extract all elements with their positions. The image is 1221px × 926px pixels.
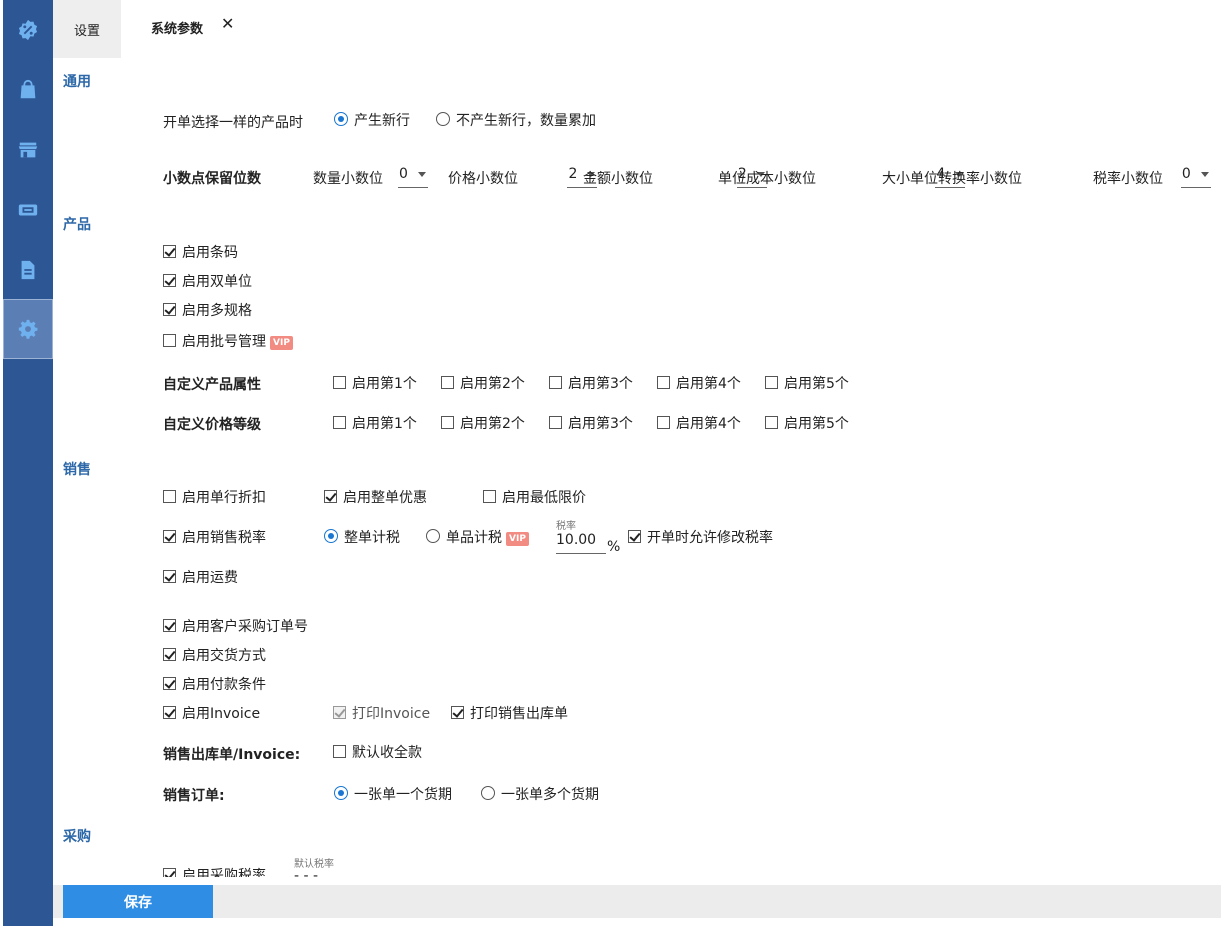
checkbox-attr-1[interactable]: 启用第1个 — [333, 373, 417, 393]
radio-item-tax[interactable]: 单品计税 VIP — [426, 527, 529, 547]
nav-store[interactable] — [3, 120, 53, 180]
checkbox-attr-3[interactable]: 启用第3个 — [549, 373, 633, 393]
checkbox-attr-4[interactable]: 启用第4个 — [657, 373, 741, 393]
footer-bar: 保存 — [53, 885, 1221, 918]
checkbox-print-invoice[interactable]: 打印Invoice — [333, 703, 430, 723]
checkbox-dual-unit[interactable]: 启用双单位 — [163, 271, 252, 291]
custom-price-label: 自定义价格等级 — [163, 417, 261, 433]
tab-system-params[interactable]: 系统参数 — [151, 18, 203, 37]
radio-one-delivery[interactable]: 一张单一个货期 — [334, 784, 452, 804]
checkbox-allow-modify-tax[interactable]: 开单时允许修改税率 — [628, 527, 773, 547]
section-purchase-title: 采购 — [63, 829, 91, 845]
shopping-bag-icon — [20, 79, 36, 99]
checkbox-attr-2[interactable]: 启用第2个 — [441, 373, 525, 393]
checkbox-customer-po[interactable]: 启用客户采购订单号 — [163, 616, 308, 636]
decimal-conversion-select[interactable]: 0 — [1180, 166, 1211, 188]
vip-badge: VIP — [506, 532, 529, 546]
radio-accumulate[interactable]: 不产生新行，数量累加 — [436, 110, 596, 130]
decimal-tax-label: 税率小数位 — [1093, 171, 1163, 187]
gear-icon — [18, 319, 38, 339]
close-icon[interactable]: ✕ — [221, 14, 234, 33]
checkbox-purchase-tax[interactable]: 启用采购税率 — [163, 865, 266, 877]
same-product-label: 开单选择一样的产品时 — [163, 115, 303, 131]
checkbox-sales-tax[interactable]: 启用销售税率 — [163, 527, 266, 547]
checkbox-batch[interactable]: 启用批号管理 VIP — [163, 331, 293, 351]
checkbox-shipping[interactable]: 启用运费 — [163, 567, 238, 587]
checkbox-delivery[interactable]: 启用交货方式 — [163, 645, 266, 665]
section-general-title: 通用 — [63, 74, 91, 90]
checkbox-order-discount[interactable]: 启用整单优惠 — [324, 487, 427, 507]
decimal-price-label: 价格小数位 — [448, 171, 518, 187]
section-sales-title: 销售 — [63, 462, 91, 478]
section-product-title: 产品 — [63, 217, 91, 233]
chevron-down-icon — [418, 172, 426, 177]
radio-dot — [334, 112, 348, 126]
decimal-amount-label: 金额小数位 — [583, 171, 653, 187]
decimal-label: 小数点保留位数 — [163, 171, 261, 187]
nav-document[interactable] — [3, 240, 53, 300]
default-tax-input[interactable]: - - - — [294, 868, 318, 877]
badge-percent-icon — [18, 19, 38, 41]
nav-badge-settings[interactable] — [3, 0, 53, 60]
checkbox-default-full-payment[interactable]: 默认收全款 — [333, 742, 422, 762]
nav-ticket[interactable] — [3, 180, 53, 240]
custom-attr-label: 自定义产品属性 — [163, 377, 261, 393]
checkbox-invoice[interactable]: 启用Invoice — [163, 703, 260, 723]
settings-content: 通用 开单选择一样的产品时 产生新行 不产生新行，数量累加 小数点保留位数 数量… — [53, 58, 1221, 877]
checkbox-price-4[interactable]: 启用第4个 — [657, 413, 741, 433]
checkbox-attr-5[interactable]: 启用第5个 — [765, 373, 849, 393]
checkbox-price-5[interactable]: 启用第5个 — [765, 413, 849, 433]
decimal-qty-select[interactable]: 0 — [398, 166, 428, 188]
checkbox-line-discount[interactable]: 启用单行折扣 — [163, 487, 266, 507]
ticket-icon — [18, 204, 38, 216]
sales-order-label: 销售订单: — [163, 788, 225, 804]
radio-new-row[interactable]: 产生新行 — [334, 110, 410, 130]
tax-rate-caption: 税率 — [556, 521, 576, 532]
decimal-qty-label: 数量小数位 — [313, 171, 383, 187]
store-icon — [18, 142, 38, 158]
save-button[interactable]: 保存 — [63, 885, 213, 918]
nav-settings[interactable] — [3, 299, 53, 359]
radio-dot — [436, 112, 450, 126]
checkbox-price-2[interactable]: 启用第2个 — [441, 413, 525, 433]
decimal-conversion-label: 大小单位转换率小数位 — [882, 171, 1022, 187]
checkbox-min-price[interactable]: 启用最低限价 — [483, 487, 586, 507]
decimal-unit-cost-label: 单位成本小数位 — [718, 171, 816, 187]
checkbox-print-outbound[interactable]: 打印销售出库单 — [451, 703, 568, 723]
radio-whole-tax[interactable]: 整单计税 — [324, 527, 400, 547]
tax-rate-input[interactable]: 10.00 — [556, 532, 606, 554]
left-nav-rail — [3, 0, 53, 926]
chevron-down-icon — [1200, 172, 1209, 177]
document-icon — [21, 260, 35, 280]
vip-badge: VIP — [270, 336, 293, 350]
tab-bar: 设置 系统参数 ✕ — [53, 0, 1221, 58]
nav-shopping[interactable] — [3, 60, 53, 120]
tab-settings[interactable]: 设置 — [53, 0, 121, 58]
checkbox-payment-terms[interactable]: 启用付款条件 — [163, 674, 266, 694]
checkbox-price-3[interactable]: 启用第3个 — [549, 413, 633, 433]
checkbox-price-1[interactable]: 启用第1个 — [333, 413, 417, 433]
outbound-invoice-label: 销售出库单/Invoice: — [163, 747, 301, 763]
percent-label: % — [607, 539, 621, 555]
radio-multi-delivery[interactable]: 一张单多个货期 — [481, 784, 599, 804]
checkbox-barcode[interactable]: 启用条码 — [163, 242, 238, 262]
checkbox-multi-spec[interactable]: 启用多规格 — [163, 300, 252, 320]
